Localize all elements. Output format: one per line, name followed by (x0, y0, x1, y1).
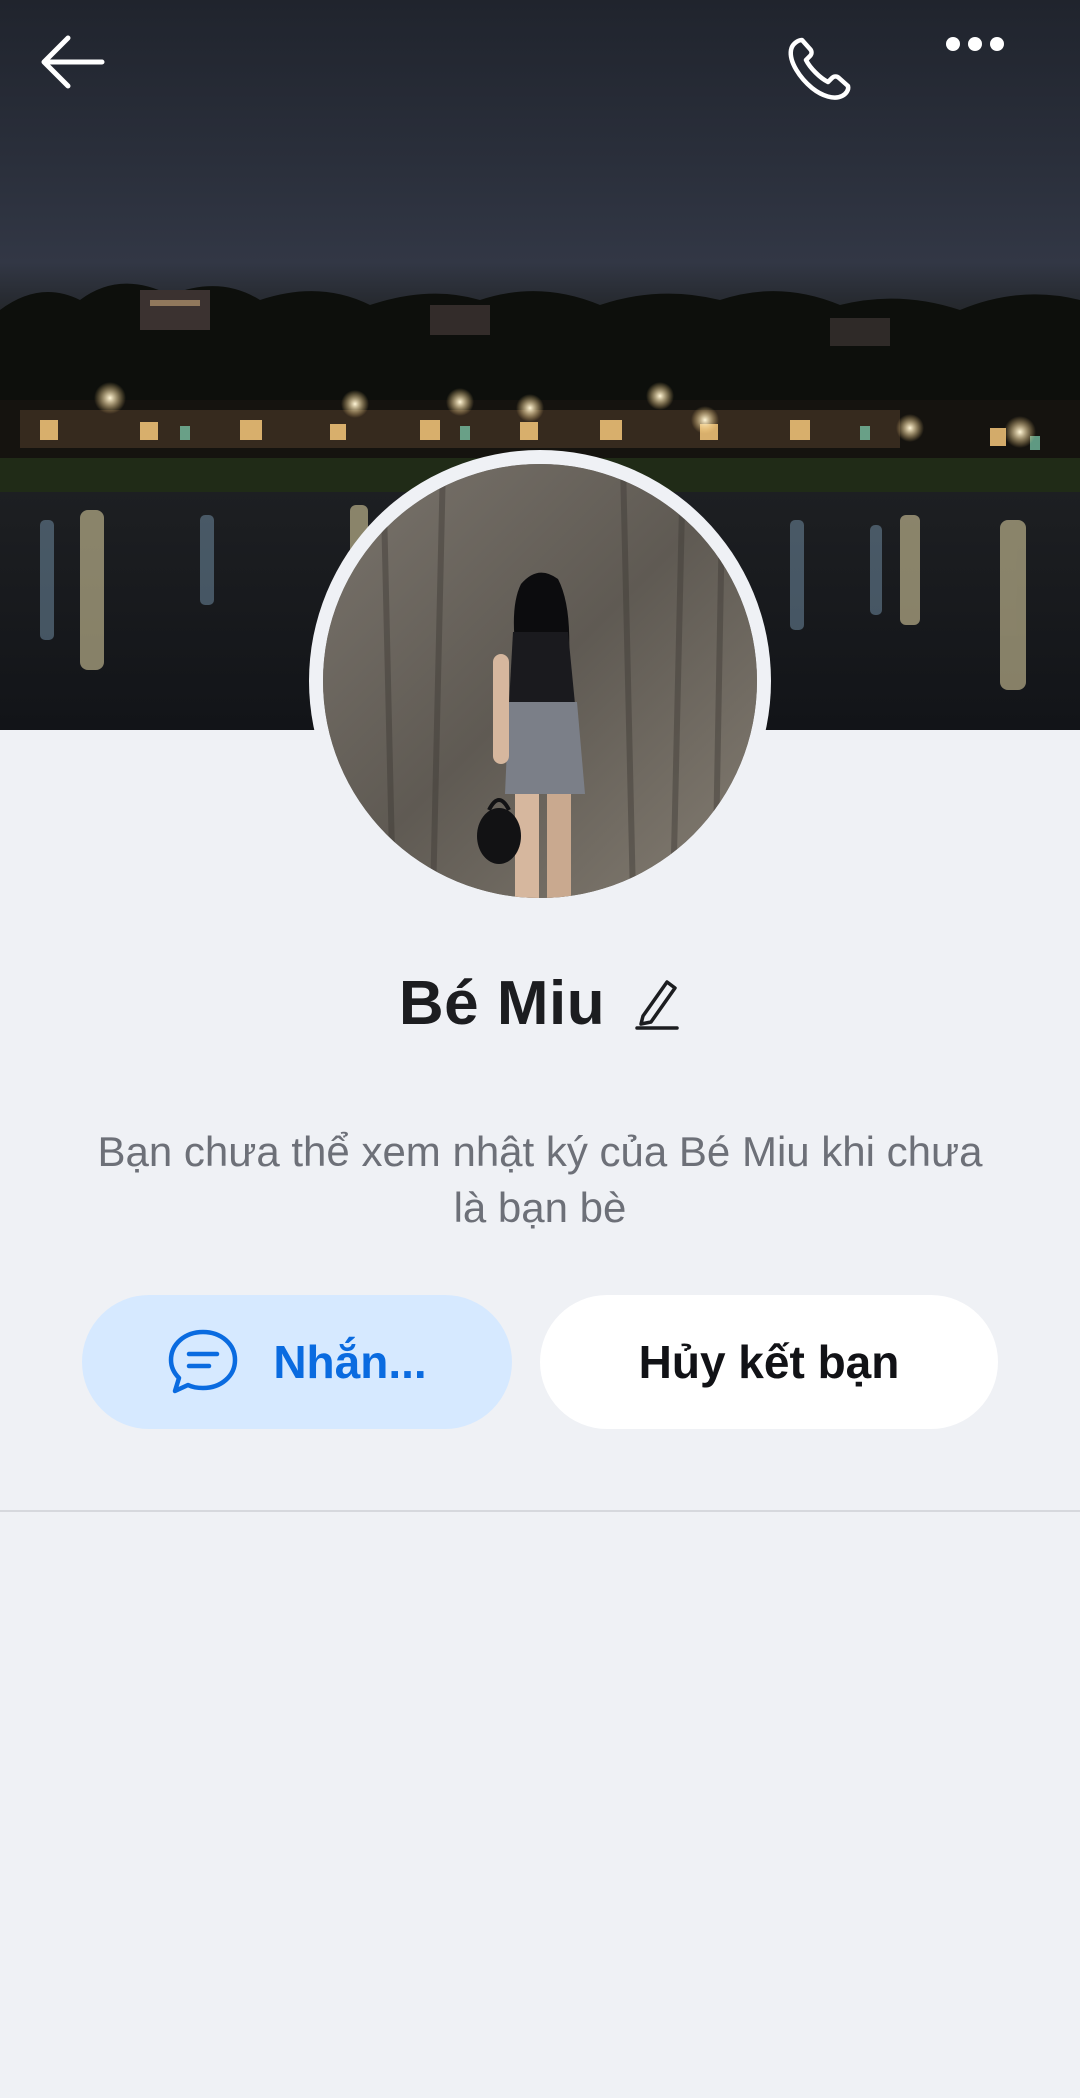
edit-name-button[interactable] (631, 973, 681, 1033)
more-options-button[interactable] (945, 34, 1055, 130)
unfriend-button[interactable]: Hủy kết bạn (540, 1295, 998, 1429)
profile-name: Bé Miu (398, 968, 606, 1038)
profile-name-row: Bé Miu (0, 958, 1080, 1048)
chat-bubble-icon (169, 1329, 238, 1394)
back-button[interactable] (40, 34, 150, 130)
avatar[interactable] (323, 464, 757, 898)
call-button[interactable] (784, 34, 894, 130)
diary-privacy-notice: Bạn chưa thể xem nhật ký của Bé Miu khi … (97, 1128, 983, 1231)
avatar-photo (323, 464, 757, 898)
section-divider (0, 1510, 1080, 1512)
more-horizontal-icon (946, 37, 1004, 51)
pencil-icon (635, 980, 679, 1030)
phone-icon (788, 37, 851, 100)
arrow-left-icon (41, 35, 105, 89)
message-button-label: Nhắn... (273, 1336, 427, 1388)
message-button[interactable]: Nhắn... (82, 1295, 512, 1429)
unfriend-button-label: Hủy kết bạn (638, 1336, 900, 1388)
